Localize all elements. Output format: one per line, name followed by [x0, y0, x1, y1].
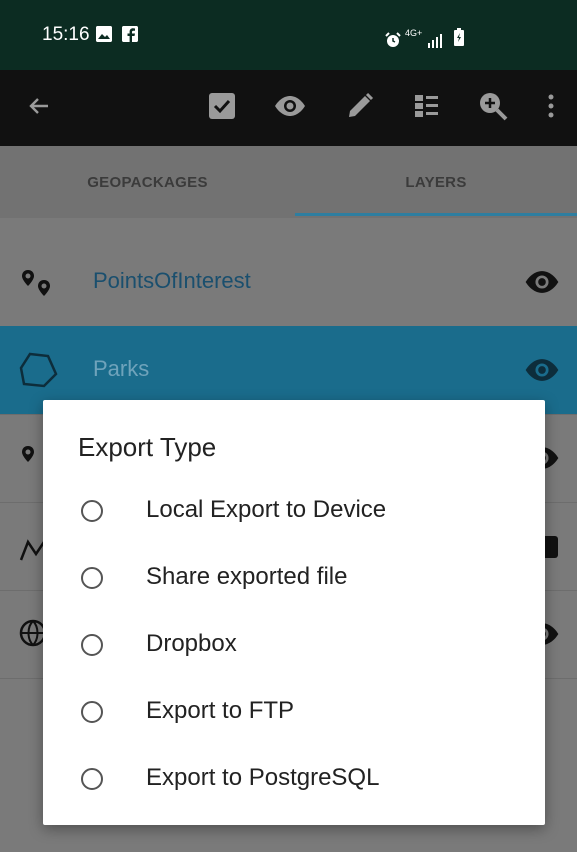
option-export-postgresql[interactable]: Export to PostgreSQL	[43, 748, 545, 815]
option-label: Local Export to Device	[146, 496, 387, 523]
battery-icon	[454, 28, 464, 51]
toolbar	[0, 70, 577, 149]
tab-layers[interactable]: LAYERS	[295, 146, 577, 218]
checkbox-icon	[207, 91, 237, 126]
status-time: 15:16	[42, 24, 90, 45]
eye-icon	[274, 95, 306, 122]
option-dropbox[interactable]: Dropbox	[43, 614, 545, 681]
option-share-file[interactable]: Share exported file	[43, 547, 545, 614]
radio-button[interactable]	[81, 634, 103, 656]
image-icon	[96, 26, 112, 42]
list-view-button[interactable]	[404, 70, 450, 146]
list-view-icon	[414, 93, 440, 124]
tab-indicator	[295, 213, 577, 216]
zoom-in-icon	[478, 91, 508, 126]
option-label: Export to PostgreSQL	[146, 764, 380, 791]
eye-icon[interactable]	[524, 358, 560, 387]
back-arrow-icon	[28, 95, 50, 122]
radio-button[interactable]	[81, 500, 103, 522]
edit-button[interactable]	[337, 70, 383, 146]
network-type: 4G+	[405, 28, 423, 38]
option-label: Export to FTP	[146, 697, 295, 724]
point-icon	[20, 444, 40, 473]
dialog-title: Export Type	[78, 432, 217, 462]
select-all-button[interactable]	[199, 70, 245, 146]
pencil-icon	[346, 92, 374, 125]
tab-geopackages-label: GEOPACKAGES	[87, 173, 208, 191]
zoom-in-button[interactable]	[470, 70, 516, 146]
points-icon	[20, 268, 56, 305]
layer-name: PointsOfInterest	[93, 268, 251, 293]
more-vert-icon	[547, 93, 555, 124]
radio-button[interactable]	[81, 768, 103, 790]
option-local-export[interactable]: Local Export to Device	[43, 480, 545, 547]
tab-geopackages[interactable]: GEOPACKAGES	[0, 146, 295, 218]
option-label: Dropbox	[146, 630, 237, 657]
more-options-button[interactable]	[528, 70, 574, 146]
back-button[interactable]	[16, 70, 62, 146]
radio-button[interactable]	[81, 701, 103, 723]
visibility-button[interactable]	[267, 70, 313, 146]
facebook-icon	[122, 26, 138, 42]
eye-icon[interactable]	[524, 270, 560, 299]
layer-name: Parks	[93, 356, 150, 381]
tab-bar: GEOPACKAGES LAYERS	[0, 146, 577, 218]
radio-button[interactable]	[81, 567, 103, 589]
alarm-icon	[385, 32, 401, 53]
polygon-icon	[18, 350, 58, 395]
layer-row[interactable]: PointsOfInterest	[0, 238, 577, 327]
option-export-ftp[interactable]: Export to FTP	[43, 681, 545, 748]
export-type-dialog: Export Type Local Export to Device Share…	[43, 400, 545, 825]
tab-layers-label: LAYERS	[405, 173, 467, 191]
signal-icon	[427, 32, 447, 53]
option-label: Share exported file	[146, 563, 348, 590]
status-bar: 15:16 4G+	[0, 0, 577, 70]
